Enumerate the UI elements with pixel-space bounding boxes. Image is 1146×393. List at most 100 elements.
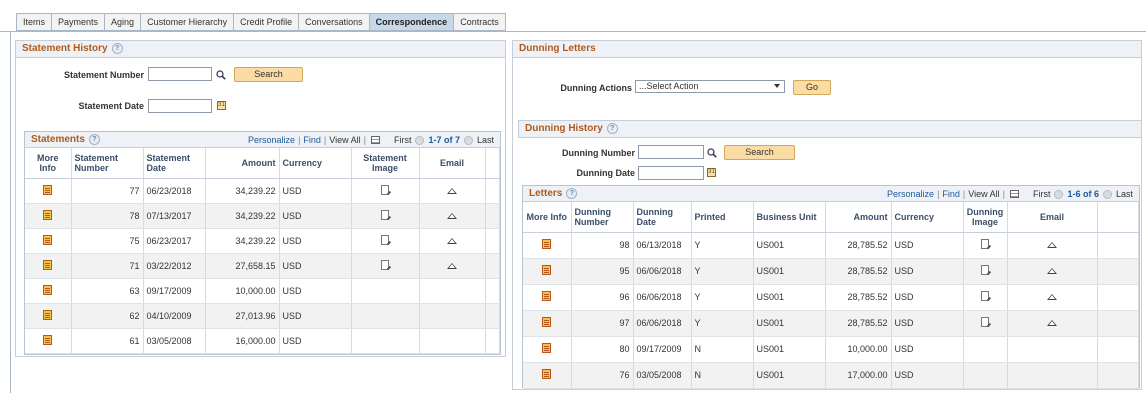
amount-cell: 17,000.00	[825, 362, 892, 389]
dunning-image-cell	[963, 310, 1008, 337]
find-link[interactable]: Find	[303, 135, 321, 145]
personalize-link[interactable]: Personalize	[887, 189, 934, 199]
details-icon[interactable]	[43, 234, 53, 245]
column-header[interactable]: Dunning Image	[963, 202, 1008, 233]
help-icon[interactable]: ?	[88, 134, 100, 145]
email-icon[interactable]	[447, 212, 457, 219]
column-header[interactable]: Dunning Date	[633, 202, 692, 233]
details-icon[interactable]	[43, 334, 53, 345]
details-icon[interactable]	[43, 209, 53, 220]
column-header[interactable]: Business Unit	[753, 202, 826, 233]
download-grid-icon[interactable]	[370, 136, 380, 144]
calendar-icon[interactable]: 31	[217, 101, 226, 110]
dunning-date-input[interactable]	[638, 166, 704, 180]
dunning-search-button[interactable]: Search	[724, 145, 795, 160]
column-header[interactable]: Statement Number	[71, 148, 144, 179]
column-header[interactable]: Statement Image	[351, 148, 420, 179]
letters-title-text: Letters	[529, 188, 563, 200]
help-icon[interactable]: ?	[566, 188, 578, 199]
tab-conversations[interactable]: Conversations	[298, 13, 369, 31]
statement-image-cell	[351, 328, 420, 354]
previous-icon[interactable]	[415, 135, 425, 145]
help-icon[interactable]: ?	[606, 122, 618, 134]
email-icon[interactable]	[447, 187, 457, 194]
statement-date-input[interactable]	[148, 99, 212, 113]
business-unit-cell: US001	[753, 310, 826, 337]
column-header[interactable]: More Info	[25, 148, 72, 179]
email-icon[interactable]	[447, 237, 457, 244]
tab-correspondence[interactable]: Correspondence	[368, 13, 454, 31]
details-icon[interactable]	[542, 265, 552, 275]
view-image-icon[interactable]	[381, 209, 389, 220]
details-icon[interactable]	[542, 369, 552, 379]
dunning-date-cell: 06/13/2018	[633, 232, 692, 259]
tab-contracts[interactable]: Contracts	[453, 13, 506, 31]
details-icon[interactable]	[43, 184, 53, 195]
column-header[interactable]: Currency	[891, 202, 964, 233]
details-icon[interactable]	[542, 291, 552, 301]
tab-customer-hierarchy[interactable]: Customer Hierarchy	[140, 13, 234, 31]
details-icon[interactable]	[43, 259, 53, 270]
statement-number-input[interactable]	[148, 67, 212, 81]
tab-credit-profile[interactable]: Credit Profile	[233, 13, 299, 31]
dunning-date-cell: 06/06/2018	[633, 284, 692, 311]
view-image-icon[interactable]	[381, 184, 389, 195]
statement-search-button[interactable]: Search	[234, 67, 303, 82]
search-icon[interactable]	[707, 148, 717, 158]
column-header[interactable]: Email	[419, 148, 486, 179]
view-image-icon[interactable]	[381, 234, 389, 245]
tab-aging[interactable]: Aging	[104, 13, 141, 31]
next-icon[interactable]	[1102, 189, 1112, 199]
find-link[interactable]: Find	[942, 189, 960, 199]
tab-items[interactable]: Items	[16, 13, 52, 31]
column-header[interactable]: Email	[1007, 202, 1098, 233]
more-info-cell	[523, 232, 572, 259]
column-header[interactable]: Statement Date	[143, 148, 206, 179]
dunning-image-cell	[963, 362, 1008, 389]
email-icon[interactable]	[1047, 268, 1057, 274]
column-header[interactable]: Dunning Number	[571, 202, 634, 233]
email-icon[interactable]	[1047, 320, 1057, 326]
help-icon[interactable]: ?	[111, 42, 123, 54]
details-icon[interactable]	[43, 284, 53, 295]
column-header[interactable]: Amount	[825, 202, 892, 233]
column-header[interactable]: Amount	[205, 148, 280, 179]
more-info-cell	[523, 258, 572, 285]
dunning-number-input[interactable]	[638, 145, 704, 159]
email-cell	[419, 253, 486, 279]
details-icon[interactable]	[542, 317, 552, 327]
view-all-link[interactable]: View All	[329, 135, 360, 145]
statement-number-cell: 75	[71, 228, 144, 254]
view-image-icon[interactable]	[981, 291, 989, 301]
details-icon[interactable]	[43, 309, 53, 320]
calendar-icon[interactable]: 31	[707, 168, 716, 177]
statements-grid-header: Statements? Personalize | Find | View All |…	[25, 132, 500, 148]
view-all-link[interactable]: View All	[968, 189, 999, 199]
go-button[interactable]: Go	[793, 80, 831, 95]
download-grid-icon[interactable]	[1009, 190, 1019, 198]
currency-cell: USD	[891, 232, 964, 259]
column-header[interactable]: More Info	[523, 202, 572, 233]
next-icon[interactable]	[463, 135, 473, 145]
search-icon[interactable]	[216, 70, 226, 80]
details-icon[interactable]	[542, 343, 552, 353]
view-image-icon[interactable]	[981, 265, 989, 275]
personalize-link[interactable]: Personalize	[248, 135, 295, 145]
dunning-actions-select[interactable]: ...Select Action	[635, 80, 785, 93]
previous-icon[interactable]	[1054, 189, 1064, 199]
column-header[interactable]: Currency	[279, 148, 352, 179]
currency-cell: USD	[279, 303, 352, 329]
view-image-icon[interactable]	[981, 317, 989, 327]
tab-divider	[0, 31, 1146, 32]
email-icon[interactable]	[1047, 294, 1057, 300]
letters-grid-header: Letters? Personalize | Find | View All | Fi…	[523, 186, 1139, 202]
currency-cell: USD	[891, 258, 964, 285]
statement-image-cell	[351, 228, 420, 254]
column-header[interactable]: Printed	[691, 202, 754, 233]
email-icon[interactable]	[447, 262, 457, 269]
view-image-icon[interactable]	[381, 259, 389, 270]
tab-payments[interactable]: Payments	[51, 13, 105, 31]
details-icon[interactable]	[542, 239, 552, 249]
email-icon[interactable]	[1047, 242, 1057, 248]
view-image-icon[interactable]	[981, 239, 989, 249]
